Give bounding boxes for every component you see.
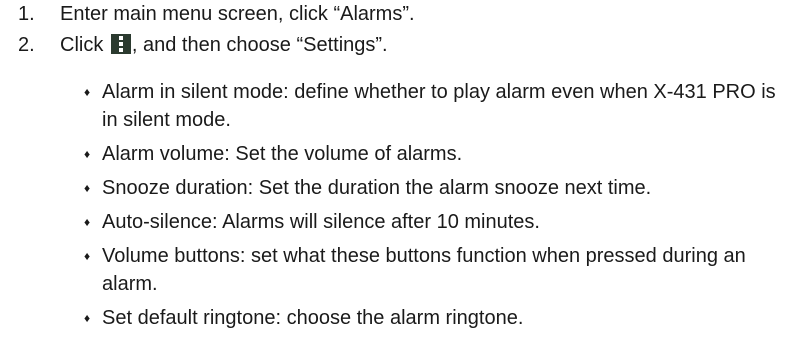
settings-list: ♦ Alarm in silent mode: define whether t… — [0, 78, 808, 338]
step-text-after-icon: , and then choose “Settings”. — [131, 34, 388, 56]
bullet-diamond-icon: ♦ — [84, 215, 91, 229]
list-item-text: Auto-silence: Alarms will silence after … — [102, 211, 540, 233]
manual-page: 1. Enter main menu screen, click “Alarms… — [0, 0, 808, 329]
step-number: 2. — [18, 34, 35, 56]
list-item: ♦ Alarm volume: Set the volume of alarms… — [0, 140, 782, 168]
bullet-diamond-icon: ♦ — [84, 249, 91, 263]
list-item-text: Alarm volume: Set the volume of alarms. — [102, 143, 463, 165]
step-number: 1. — [18, 3, 35, 25]
list-item-text: Snooze duration: Set the duration the al… — [102, 177, 652, 199]
list-item: ♦ Snooze duration: Set the duration the … — [0, 174, 782, 202]
bullet-diamond-icon: ♦ — [84, 311, 91, 325]
list-item-text: Alarm in silent mode: define whether to … — [102, 81, 776, 131]
bullet-diamond-icon: ♦ — [84, 147, 91, 161]
menu-dots-icon — [110, 34, 131, 54]
step-text: Click , and then choose “Settings”. — [60, 31, 388, 59]
list-item: ♦ Auto-silence: Alarms will silence afte… — [0, 208, 782, 236]
list-item-text: Volume buttons: set what these buttons f… — [102, 245, 746, 295]
step-text: Enter main menu screen, click “Alarms”. — [60, 3, 415, 25]
list-item: ♦ Alarm in silent mode: define whether t… — [0, 78, 782, 134]
list-item: ♦ Volume buttons: set what these buttons… — [0, 242, 782, 298]
step-text-before-icon: Click — [60, 34, 109, 56]
list-item-text: Set default ringtone: choose the alarm r… — [102, 307, 524, 329]
bullet-diamond-icon: ♦ — [84, 181, 91, 195]
list-item: ♦ Set default ringtone: choose the alarm… — [0, 304, 782, 332]
bullet-diamond-icon: ♦ — [84, 85, 91, 99]
